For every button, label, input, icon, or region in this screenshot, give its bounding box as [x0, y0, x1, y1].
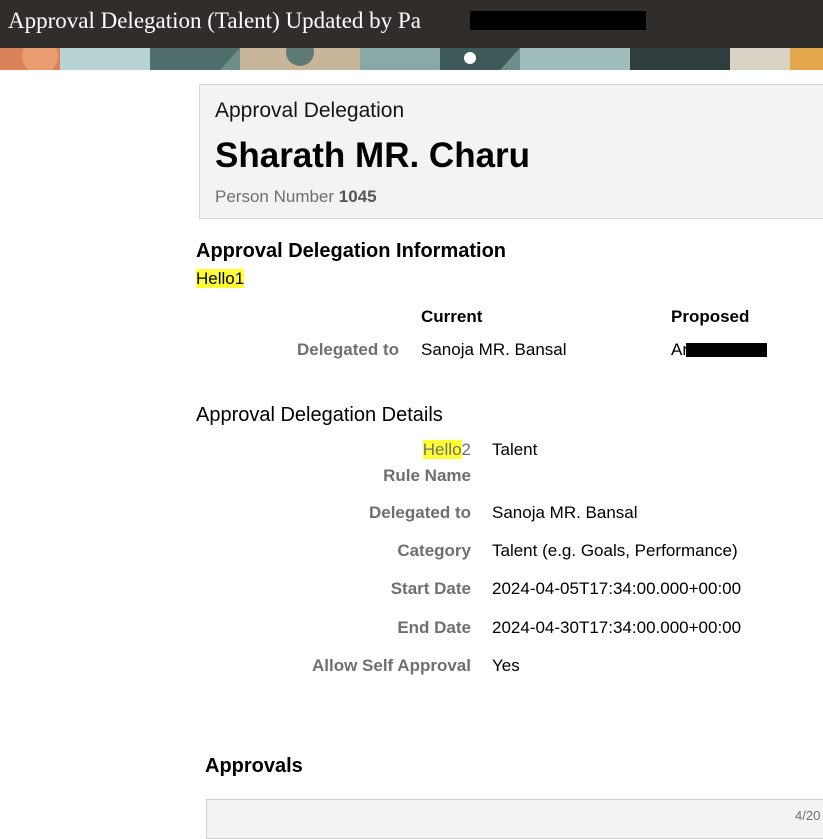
end-date-label: End Date: [397, 618, 471, 637]
delegated-value: Sanoja MR. Bansal: [492, 503, 638, 522]
header-label: Approval Delegation: [215, 99, 405, 122]
person-number-value: 1045: [338, 187, 377, 206]
info-current-value: Sanoja MR. Bansal: [421, 340, 567, 359]
info-delegated-label: Delegated to: [296, 340, 399, 359]
approvals-card: 4/20: [206, 799, 823, 839]
category-value: Talent (e.g. Goals, Performance): [492, 541, 738, 560]
rule-name-label: Rule Name: [383, 466, 471, 485]
category-label: Category: [397, 541, 471, 560]
col-current: Current: [421, 307, 483, 326]
self-approval-label: Allow Self Approval: [311, 656, 471, 675]
person-name: Sharath MR. Charu: [215, 136, 531, 175]
rule-name-highlight: Hello: [422, 440, 462, 459]
end-date-value: 2024-04-30T17:34:00.000+00:00: [492, 618, 742, 637]
approvals-date: 4/20: [795, 808, 821, 823]
approvals-title: Approvals: [205, 755, 303, 777]
decorative-banner: [0, 48, 823, 70]
rule-name-suffix: 2: [461, 440, 471, 459]
delegated-label: Delegated to: [368, 503, 471, 522]
redaction-bar: [686, 343, 767, 357]
self-approval-value: Yes: [492, 656, 520, 675]
rule-name-note: Hello2: [422, 440, 471, 460]
col-proposed: Proposed: [671, 307, 750, 326]
rule-name-value: Talent: [492, 440, 538, 459]
info-section-title: Approval Delegation Information: [196, 240, 507, 262]
start-date-label: Start Date: [390, 579, 471, 598]
person-number: Person Number 1045: [215, 187, 377, 207]
email-title: Approval Delegation (Talent) Updated by …: [8, 8, 421, 33]
info-note-highlight: Hello1: [196, 269, 245, 288]
start-date-value: 2024-04-05T17:34:00.000+00:00: [492, 579, 742, 598]
person-header-card: Approval Delegation Sharath MR. Charu Pe…: [199, 84, 823, 219]
redaction-bar: [470, 11, 646, 30]
email-title-bar: Approval Delegation (Talent) Updated by …: [0, 0, 823, 48]
details-section-title: Approval Delegation Details: [196, 404, 443, 426]
person-number-label: Person Number: [215, 187, 335, 206]
info-note: Hello1: [196, 269, 245, 289]
